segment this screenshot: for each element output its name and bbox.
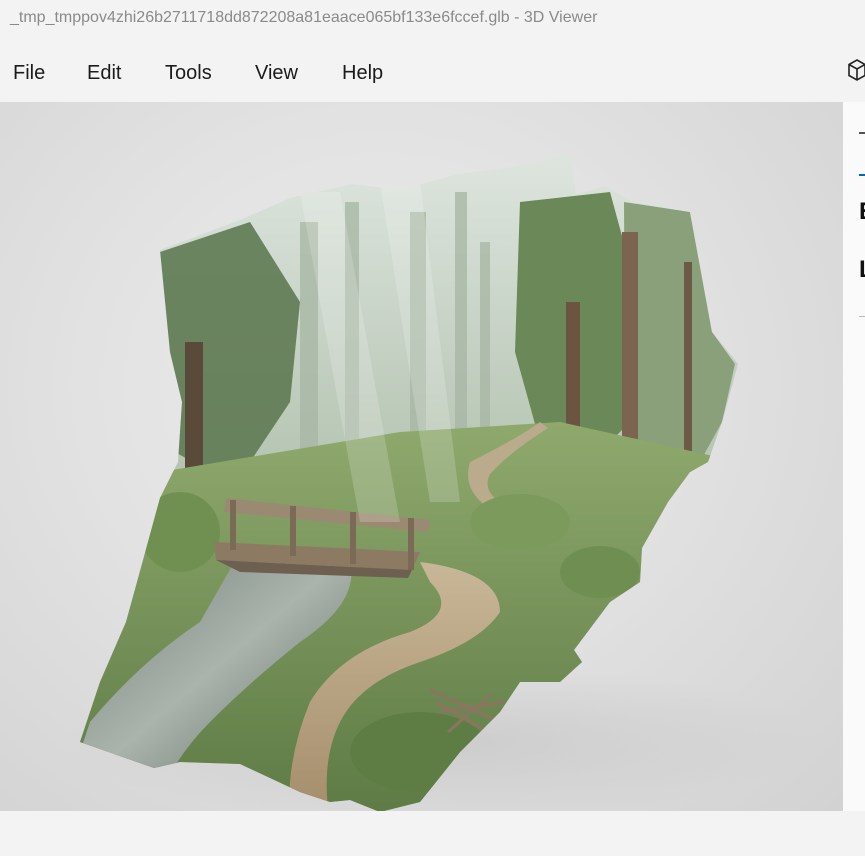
panel-accent-line — [859, 174, 865, 176]
3d-viewport[interactable] — [0, 102, 843, 811]
panel-heading-fragment-2: L — [859, 258, 865, 282]
menu-help[interactable]: Help — [340, 62, 385, 85]
panel-toggle-icon[interactable] — [859, 132, 865, 134]
app-window: _tmp_tmppov4zhi26b2711718dd872208a81eaac… — [0, 0, 865, 856]
panel-divider — [859, 316, 865, 317]
window-title: _tmp_tmppov4zhi26b2711718dd872208a81eaac… — [10, 9, 598, 26]
details-panel: E L — [843, 102, 865, 811]
model-texture — [80, 154, 738, 811]
forest-scene-model[interactable] — [0, 102, 843, 811]
cube-icon[interactable] — [846, 58, 865, 84]
menu-bar: File Edit Tools View Help — [0, 52, 865, 96]
panel-heading-fragment-1: E — [859, 200, 865, 224]
menu-view[interactable]: View — [253, 62, 300, 85]
menu-edit[interactable]: Edit — [85, 62, 123, 85]
title-bar: _tmp_tmppov4zhi26b2711718dd872208a81eaac… — [0, 0, 865, 38]
menu-file[interactable]: File — [11, 62, 47, 85]
status-bar — [0, 811, 865, 856]
menu-tools[interactable]: Tools — [163, 62, 214, 85]
